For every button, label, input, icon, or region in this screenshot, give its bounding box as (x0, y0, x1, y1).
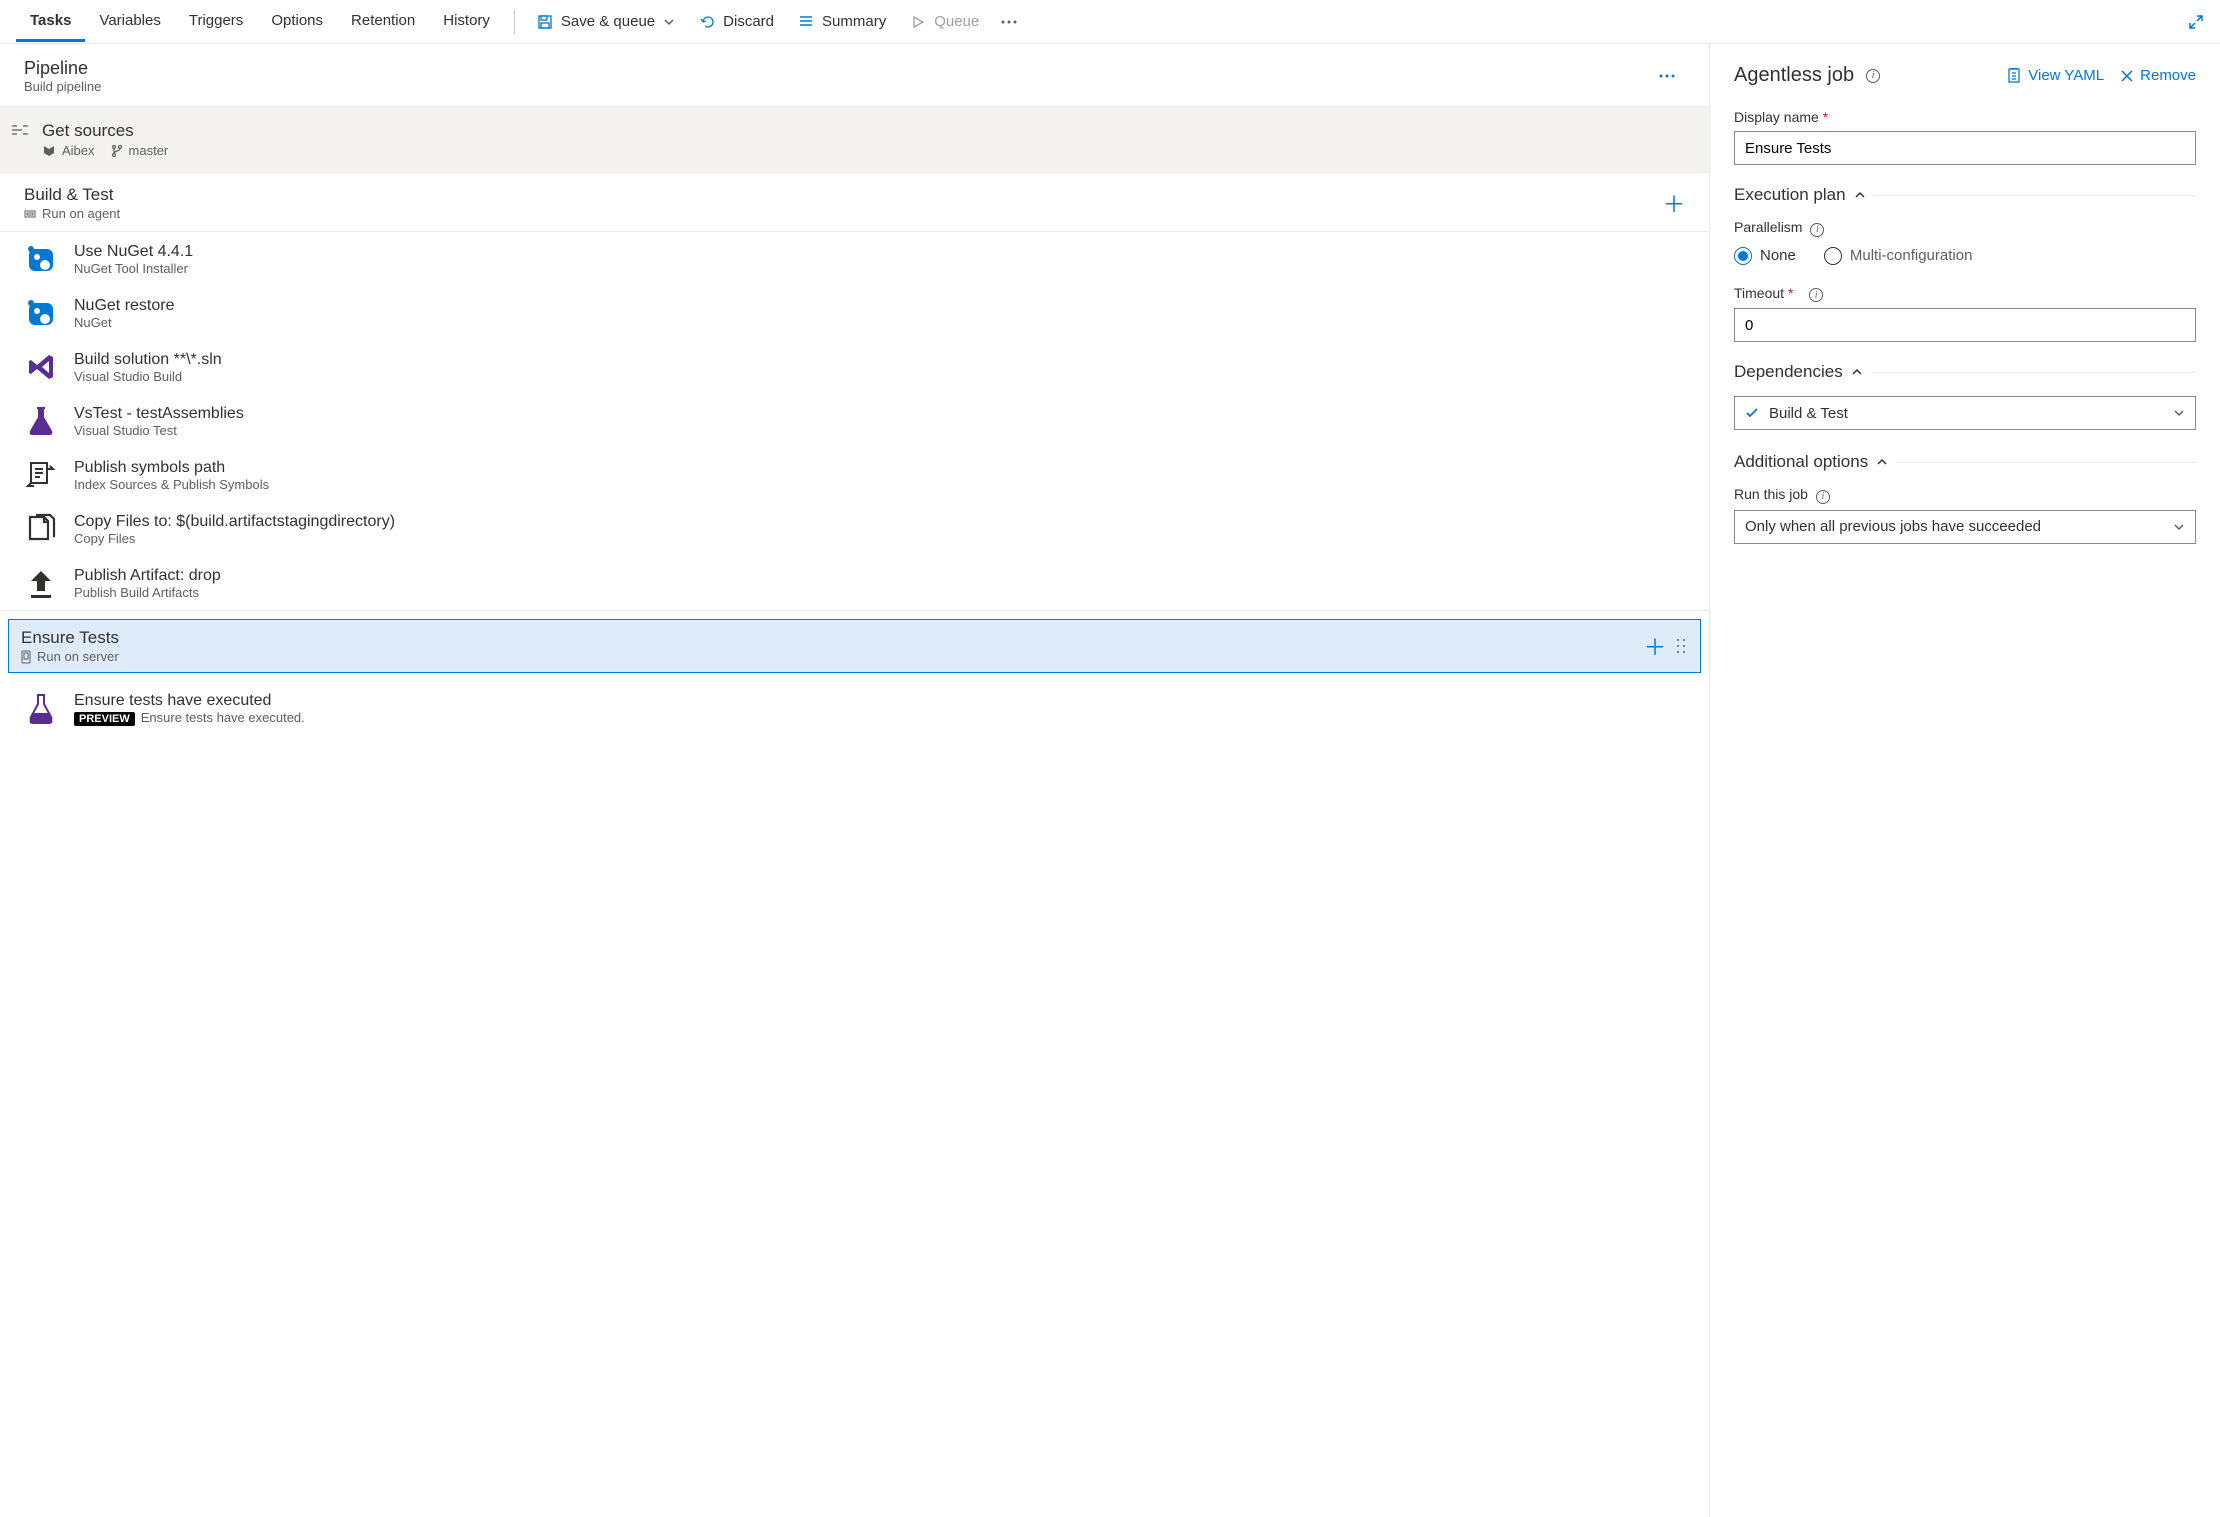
task-row[interactable]: Publish symbols pathIndex Sources & Publ… (0, 448, 1709, 502)
task-subtitle: Visual Studio Build (74, 369, 1691, 384)
task-icon (24, 242, 58, 276)
more-button[interactable] (991, 14, 1027, 30)
pipeline-title: Pipeline (24, 58, 101, 79)
tab-tasks[interactable]: Tasks (16, 2, 85, 42)
task-subtitle: PREVIEWEnsure tests have executed. (74, 710, 1691, 725)
summary-button[interactable]: Summary (786, 7, 898, 36)
run-job-dropdown[interactable]: Only when all previous jobs have succeed… (1734, 510, 2196, 544)
dependencies-section[interactable]: Dependencies (1734, 362, 2196, 382)
sources-icon (10, 121, 30, 137)
additional-options-section[interactable]: Additional options (1734, 452, 2196, 472)
details-heading: Agentless job i (1734, 64, 1990, 87)
remove-button[interactable]: Remove (2120, 67, 2196, 84)
task-subtitle: NuGet Tool Installer (74, 261, 1691, 276)
task-subtitle: Copy Files (74, 531, 1691, 546)
task-row[interactable]: VsTest - testAssembliesVisual Studio Tes… (0, 394, 1709, 448)
get-sources-phase[interactable]: Get sources Aibex master (0, 106, 1709, 173)
pipeline-header[interactable]: Pipeline Build pipeline (0, 44, 1709, 106)
tab-variables[interactable]: Variables (85, 2, 174, 42)
execution-plan-section[interactable]: Execution plan (1734, 185, 2196, 205)
task-icon (24, 296, 58, 330)
task-row[interactable]: Publish Artifact: dropPublish Build Arti… (0, 556, 1709, 610)
repo-indicator: Aibex (42, 143, 95, 158)
task-subtitle: Publish Build Artifacts (74, 585, 1691, 600)
task-title: Ensure tests have executed (74, 692, 1691, 710)
task-row[interactable]: Build solution **\*.slnVisual Studio Bui… (0, 340, 1709, 394)
task-subtitle: Index Sources & Publish Symbols (74, 477, 1691, 492)
task-row[interactable]: NuGet restoreNuGet (0, 286, 1709, 340)
job1-title: Build & Test (24, 185, 1657, 205)
task-row[interactable]: Use NuGet 4.4.1NuGet Tool Installer (0, 232, 1709, 286)
top-tabs: Tasks Variables Triggers Options Retenti… (0, 0, 2220, 44)
task-title: Copy Files to: $(build.artifactstagingdi… (74, 513, 1691, 531)
tab-history[interactable]: History (429, 2, 504, 42)
tab-retention[interactable]: Retention (337, 2, 429, 42)
task-title: Publish Artifact: drop (74, 567, 1691, 585)
job1-subtitle: Run on agent (42, 206, 120, 221)
undo-icon (699, 14, 715, 30)
job-build-test[interactable]: Build & Test Run on agent ＋ (0, 173, 1709, 232)
play-icon (910, 14, 926, 30)
queue-label: Queue (934, 13, 979, 30)
check-icon (1745, 406, 1759, 420)
radio-parallel-multi[interactable]: Multi-configuration (1824, 247, 1973, 265)
summary-label: Summary (822, 13, 886, 30)
task-icon (24, 691, 58, 725)
save-icon (537, 14, 553, 30)
task-title: NuGet restore (74, 297, 1691, 315)
task-icon (24, 350, 58, 384)
task-icon (24, 566, 58, 600)
queue-button: Queue (898, 7, 991, 36)
task-title: Publish symbols path (74, 459, 1691, 477)
info-icon[interactable]: i (1866, 69, 1880, 83)
list-icon (798, 14, 814, 30)
preview-badge: PREVIEW (74, 712, 135, 726)
chevron-down-icon (663, 16, 675, 28)
job2-subtitle: Run on server (37, 649, 119, 664)
task-row[interactable]: Ensure tests have executedPREVIEWEnsure … (0, 681, 1709, 735)
expand-icon[interactable] (2188, 14, 2204, 30)
task-icon (24, 512, 58, 546)
job-ensure-tests[interactable]: Ensure Tests Run on server ＋ (8, 619, 1701, 673)
task-icon (24, 458, 58, 492)
pipeline-more-button[interactable] (1649, 68, 1685, 84)
timeout-input[interactable] (1734, 308, 2196, 342)
task-subtitle: Visual Studio Test (74, 423, 1691, 438)
tab-triggers[interactable]: Triggers (175, 2, 257, 42)
add-task-job1[interactable]: ＋ (1657, 187, 1691, 219)
task-title: Build solution **\*.sln (74, 351, 1691, 369)
pipeline-subtitle: Build pipeline (24, 79, 101, 94)
task-subtitle: NuGet (74, 315, 1691, 330)
info-icon[interactable]: i (1816, 490, 1830, 504)
divider (514, 10, 515, 34)
discard-button[interactable]: Discard (687, 7, 786, 36)
radio-parallel-none[interactable]: None (1734, 247, 1796, 265)
parallelism-label: Parallelism i (1734, 219, 2196, 237)
branch-indicator: master (111, 143, 169, 158)
dependencies-dropdown[interactable]: Build & Test (1734, 396, 2196, 430)
save-queue-label: Save & queue (561, 13, 655, 30)
task-title: VsTest - testAssemblies (74, 405, 1691, 423)
info-icon[interactable]: i (1810, 223, 1824, 237)
view-yaml-button[interactable]: View YAML (2006, 67, 2104, 84)
tab-options[interactable]: Options (257, 2, 337, 42)
pipeline-panel: Pipeline Build pipeline Get sources (0, 44, 1710, 1517)
task-row[interactable]: Copy Files to: $(build.artifactstagingdi… (0, 502, 1709, 556)
get-sources-title: Get sources (42, 121, 1699, 141)
discard-label: Discard (723, 13, 774, 30)
save-queue-button[interactable]: Save & queue (525, 7, 687, 36)
task-icon (24, 404, 58, 438)
chevron-down-icon (2173, 407, 2185, 419)
details-panel: Agentless job i View YAML Remove Display… (1710, 44, 2220, 1517)
display-name-label: Display name * (1734, 109, 2196, 125)
display-name-input[interactable] (1734, 131, 2196, 165)
task-title: Use NuGet 4.4.1 (74, 243, 1691, 261)
chevron-down-icon (2173, 521, 2185, 533)
add-task-job2[interactable]: ＋ (1638, 630, 1672, 662)
job2-title: Ensure Tests (21, 628, 1638, 648)
timeout-label: Timeout * i (1734, 285, 2196, 303)
info-icon[interactable]: i (1809, 288, 1823, 302)
drag-handle[interactable] (1672, 638, 1690, 654)
run-job-label: Run this job i (1734, 486, 2196, 504)
